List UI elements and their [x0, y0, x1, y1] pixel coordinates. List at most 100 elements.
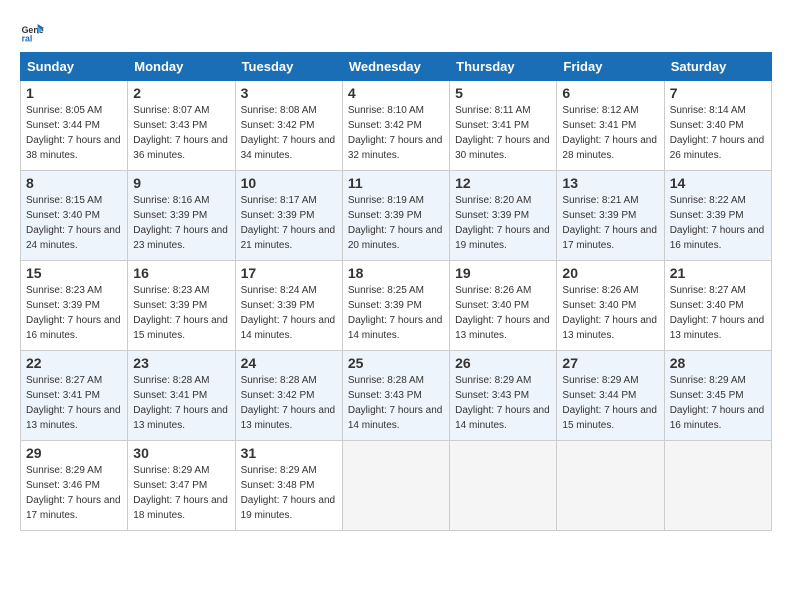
sunset-label: Sunset: 3:39 PM	[348, 210, 422, 221]
sunset-label: Sunset: 3:41 PM	[455, 120, 529, 131]
weekday-header-monday: Monday	[128, 53, 235, 81]
sunrise-label: Sunrise: 8:28 AM	[241, 375, 317, 386]
day-info: Sunrise: 8:26 AM Sunset: 3:40 PM Dayligh…	[562, 283, 658, 343]
calendar-cell: 10 Sunrise: 8:17 AM Sunset: 3:39 PM Dayl…	[235, 171, 342, 261]
day-number: 6	[562, 85, 658, 101]
day-info: Sunrise: 8:15 AM Sunset: 3:40 PM Dayligh…	[26, 193, 122, 253]
calendar-cell: 18 Sunrise: 8:25 AM Sunset: 3:39 PM Dayl…	[342, 261, 449, 351]
sunrise-label: Sunrise: 8:22 AM	[670, 195, 746, 206]
daylight-label: Daylight: 7 hours and 13 minutes.	[241, 405, 336, 431]
calendar-cell: 24 Sunrise: 8:28 AM Sunset: 3:42 PM Dayl…	[235, 351, 342, 441]
calendar-week-4: 22 Sunrise: 8:27 AM Sunset: 3:41 PM Dayl…	[21, 351, 772, 441]
sunset-label: Sunset: 3:39 PM	[670, 210, 744, 221]
calendar-cell: 17 Sunrise: 8:24 AM Sunset: 3:39 PM Dayl…	[235, 261, 342, 351]
calendar-cell: 14 Sunrise: 8:22 AM Sunset: 3:39 PM Dayl…	[664, 171, 771, 261]
weekday-header-friday: Friday	[557, 53, 664, 81]
day-info: Sunrise: 8:27 AM Sunset: 3:41 PM Dayligh…	[26, 373, 122, 433]
daylight-label: Daylight: 7 hours and 15 minutes.	[562, 405, 657, 431]
calendar-cell	[664, 441, 771, 531]
day-info: Sunrise: 8:29 AM Sunset: 3:43 PM Dayligh…	[455, 373, 551, 433]
day-number: 1	[26, 85, 122, 101]
day-info: Sunrise: 8:05 AM Sunset: 3:44 PM Dayligh…	[26, 103, 122, 163]
day-number: 29	[26, 445, 122, 461]
sunset-label: Sunset: 3:43 PM	[348, 390, 422, 401]
daylight-label: Daylight: 7 hours and 16 minutes.	[670, 405, 765, 431]
sunrise-label: Sunrise: 8:23 AM	[26, 285, 102, 296]
sunset-label: Sunset: 3:40 PM	[26, 210, 100, 221]
calendar-cell: 1 Sunrise: 8:05 AM Sunset: 3:44 PM Dayli…	[21, 81, 128, 171]
day-info: Sunrise: 8:21 AM Sunset: 3:39 PM Dayligh…	[562, 193, 658, 253]
day-number: 18	[348, 265, 444, 281]
calendar-cell: 8 Sunrise: 8:15 AM Sunset: 3:40 PM Dayli…	[21, 171, 128, 261]
calendar-cell: 21 Sunrise: 8:27 AM Sunset: 3:40 PM Dayl…	[664, 261, 771, 351]
day-number: 23	[133, 355, 229, 371]
sunset-label: Sunset: 3:44 PM	[562, 390, 636, 401]
sunrise-label: Sunrise: 8:26 AM	[562, 285, 638, 296]
sunrise-label: Sunrise: 8:16 AM	[133, 195, 209, 206]
daylight-label: Daylight: 7 hours and 14 minutes.	[348, 405, 443, 431]
sunset-label: Sunset: 3:40 PM	[670, 120, 744, 131]
sunset-label: Sunset: 3:42 PM	[241, 120, 315, 131]
weekday-header-thursday: Thursday	[450, 53, 557, 81]
day-number: 26	[455, 355, 551, 371]
daylight-label: Daylight: 7 hours and 26 minutes.	[670, 135, 765, 161]
day-number: 10	[241, 175, 337, 191]
sunrise-label: Sunrise: 8:20 AM	[455, 195, 531, 206]
logo: Gene ral	[20, 20, 48, 44]
day-number: 5	[455, 85, 551, 101]
calendar-week-3: 15 Sunrise: 8:23 AM Sunset: 3:39 PM Dayl…	[21, 261, 772, 351]
calendar-cell	[450, 441, 557, 531]
sunset-label: Sunset: 3:43 PM	[133, 120, 207, 131]
day-info: Sunrise: 8:26 AM Sunset: 3:40 PM Dayligh…	[455, 283, 551, 343]
sunset-label: Sunset: 3:40 PM	[562, 300, 636, 311]
sunset-label: Sunset: 3:43 PM	[455, 390, 529, 401]
sunrise-label: Sunrise: 8:07 AM	[133, 105, 209, 116]
day-info: Sunrise: 8:11 AM Sunset: 3:41 PM Dayligh…	[455, 103, 551, 163]
weekday-header-wednesday: Wednesday	[342, 53, 449, 81]
day-info: Sunrise: 8:08 AM Sunset: 3:42 PM Dayligh…	[241, 103, 337, 163]
calendar-cell: 6 Sunrise: 8:12 AM Sunset: 3:41 PM Dayli…	[557, 81, 664, 171]
sunrise-label: Sunrise: 8:27 AM	[26, 375, 102, 386]
weekday-header-saturday: Saturday	[664, 53, 771, 81]
day-info: Sunrise: 8:29 AM Sunset: 3:47 PM Dayligh…	[133, 463, 229, 523]
sunrise-label: Sunrise: 8:29 AM	[26, 465, 102, 476]
sunset-label: Sunset: 3:46 PM	[26, 480, 100, 491]
calendar-cell: 13 Sunrise: 8:21 AM Sunset: 3:39 PM Dayl…	[557, 171, 664, 261]
day-number: 16	[133, 265, 229, 281]
calendar-cell: 29 Sunrise: 8:29 AM Sunset: 3:46 PM Dayl…	[21, 441, 128, 531]
day-info: Sunrise: 8:29 AM Sunset: 3:44 PM Dayligh…	[562, 373, 658, 433]
daylight-label: Daylight: 7 hours and 32 minutes.	[348, 135, 443, 161]
daylight-label: Daylight: 7 hours and 24 minutes.	[26, 225, 121, 251]
daylight-label: Daylight: 7 hours and 13 minutes.	[455, 315, 550, 341]
sunrise-label: Sunrise: 8:25 AM	[348, 285, 424, 296]
day-number: 17	[241, 265, 337, 281]
sunset-label: Sunset: 3:39 PM	[241, 300, 315, 311]
day-number: 4	[348, 85, 444, 101]
weekday-header-row: SundayMondayTuesdayWednesdayThursdayFrid…	[21, 53, 772, 81]
day-info: Sunrise: 8:24 AM Sunset: 3:39 PM Dayligh…	[241, 283, 337, 343]
day-info: Sunrise: 8:23 AM Sunset: 3:39 PM Dayligh…	[26, 283, 122, 343]
daylight-label: Daylight: 7 hours and 13 minutes.	[562, 315, 657, 341]
day-info: Sunrise: 8:29 AM Sunset: 3:45 PM Dayligh…	[670, 373, 766, 433]
sunrise-label: Sunrise: 8:15 AM	[26, 195, 102, 206]
sunrise-label: Sunrise: 8:24 AM	[241, 285, 317, 296]
daylight-label: Daylight: 7 hours and 13 minutes.	[26, 405, 121, 431]
calendar-cell	[557, 441, 664, 531]
daylight-label: Daylight: 7 hours and 17 minutes.	[562, 225, 657, 251]
sunset-label: Sunset: 3:39 PM	[241, 210, 315, 221]
sunset-label: Sunset: 3:47 PM	[133, 480, 207, 491]
calendar-cell: 19 Sunrise: 8:26 AM Sunset: 3:40 PM Dayl…	[450, 261, 557, 351]
sunset-label: Sunset: 3:41 PM	[26, 390, 100, 401]
sunset-label: Sunset: 3:40 PM	[670, 300, 744, 311]
sunrise-label: Sunrise: 8:29 AM	[562, 375, 638, 386]
sunset-label: Sunset: 3:45 PM	[670, 390, 744, 401]
day-number: 9	[133, 175, 229, 191]
day-number: 28	[670, 355, 766, 371]
sunrise-label: Sunrise: 8:29 AM	[133, 465, 209, 476]
sunrise-label: Sunrise: 8:10 AM	[348, 105, 424, 116]
daylight-label: Daylight: 7 hours and 30 minutes.	[455, 135, 550, 161]
sunrise-label: Sunrise: 8:17 AM	[241, 195, 317, 206]
day-number: 13	[562, 175, 658, 191]
daylight-label: Daylight: 7 hours and 14 minutes.	[455, 405, 550, 431]
daylight-label: Daylight: 7 hours and 16 minutes.	[26, 315, 121, 341]
